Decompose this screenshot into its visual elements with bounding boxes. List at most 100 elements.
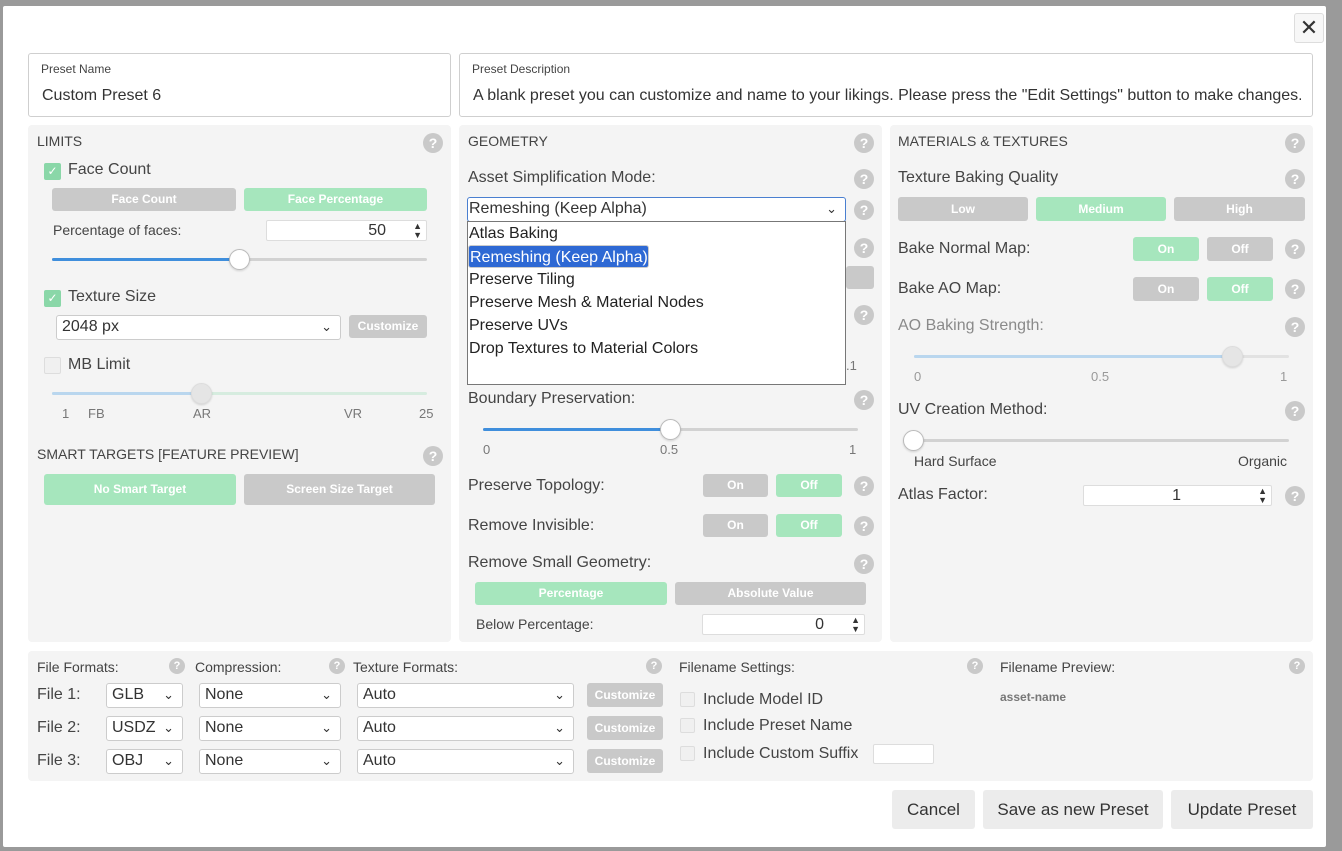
save-as-new-preset-button[interactable]: Save as new Preset [983,790,1163,829]
include-preset-name-checkbox[interactable] [680,718,695,733]
file2-texture-select[interactable]: Auto ⌄ [357,716,574,741]
face-count-mode-button[interactable]: Face Count [52,188,236,211]
close-icon[interactable]: ✕ [1294,13,1324,43]
quality-medium-button[interactable]: Medium [1036,197,1166,221]
quality-low-button[interactable]: Low [898,197,1028,221]
include-preset-name-label: Include Preset Name [703,717,853,734]
simplification-mode-select[interactable]: Remeshing (Keep Alpha) ⌄ [467,197,846,222]
file2-format-select[interactable]: USDZ ⌄ [106,716,183,741]
cancel-button[interactable]: Cancel [892,790,975,829]
smart-targets-title: SMART TARGETS [FEATURE PREVIEW] [37,446,299,462]
texture-customize-button[interactable]: Customize [349,315,427,338]
below-percentage-input[interactable]: 0 ▲ ▼ [702,614,865,635]
update-preset-button[interactable]: Update Preset [1171,790,1313,829]
percentage-label: Percentage of faces: [53,222,182,238]
hidden-option-button[interactable] [846,266,874,289]
include-custom-suffix-label: Include Custom Suffix [703,745,859,762]
help-icon[interactable]: ? [1285,486,1305,506]
help-icon[interactable]: ? [1285,169,1305,189]
percentage-mode-button[interactable]: Percentage [475,582,667,605]
help-icon[interactable]: ? [854,305,874,325]
mode-option[interactable]: Preserve Tiling [468,268,845,291]
help-icon[interactable]: ? [854,200,874,220]
normal-map-off-button[interactable]: Off [1207,237,1273,261]
help-icon[interactable]: ? [423,133,443,153]
normal-map-on-button[interactable]: On [1133,237,1199,261]
mode-option[interactable]: Preserve Mesh & Material Nodes [468,291,845,314]
help-icon[interactable]: ? [967,658,983,674]
preserve-topology-off-button[interactable]: Off [776,474,842,497]
screen-size-target-button[interactable]: Screen Size Target [244,474,435,505]
help-icon[interactable]: ? [1285,401,1305,421]
file3-texture-select[interactable]: Auto ⌄ [357,749,574,774]
face-percentage-mode-button[interactable]: Face Percentage [244,188,427,211]
include-custom-suffix-checkbox[interactable] [680,746,695,761]
ao-map-on-button[interactable]: On [1133,277,1199,301]
mb-limit-checkbox[interactable] [44,357,61,374]
below-percentage-label: Below Percentage: [476,616,594,632]
file2-customize-button[interactable]: Customize [587,716,663,740]
preserve-topology-on-button[interactable]: On [703,474,768,497]
help-icon[interactable]: ? [854,169,874,189]
help-icon[interactable]: ? [854,554,874,574]
uv-creation-slider-handle[interactable] [903,430,924,451]
ao-strength-slider-handle[interactable] [1222,346,1243,367]
percentage-slider-handle[interactable] [229,249,250,270]
quality-high-button[interactable]: High [1174,197,1305,221]
absolute-value-mode-button[interactable]: Absolute Value [675,582,866,605]
uv-creation-slider[interactable] [914,439,1289,442]
limits-title: LIMITS [37,133,83,149]
preset-description-label: Preset Description [472,62,571,76]
atlas-factor-input[interactable]: 1 ▲ ▼ [1083,485,1272,506]
help-icon[interactable]: ? [854,238,874,258]
mode-option-selected[interactable]: Remeshing (Keep Alpha) [468,245,649,268]
help-icon[interactable]: ? [854,516,874,536]
file2-compression-select[interactable]: None ⌄ [199,716,341,741]
mode-option[interactable]: Preserve UVs [468,314,845,337]
help-icon[interactable]: ? [1285,239,1305,259]
ao-map-off-button[interactable]: Off [1207,277,1273,301]
help-icon[interactable]: ? [169,658,185,674]
help-icon[interactable]: ? [329,658,345,674]
preset-name-value: Custom Preset 6 [42,87,162,104]
file1-customize-button[interactable]: Customize [587,683,663,707]
preset-description-field[interactable]: Preset Description A blank preset you ca… [459,53,1313,117]
mb-tick: VR [344,406,363,421]
mb-limit-slider[interactable] [52,392,427,395]
remove-invisible-on-button[interactable]: On [703,514,768,537]
help-icon[interactable]: ? [423,446,443,466]
help-icon[interactable]: ? [1285,317,1305,337]
custom-suffix-input[interactable] [873,744,934,764]
filename-settings-label: Filename Settings: [679,659,795,675]
remove-small-geometry-label: Remove Small Geometry: [468,554,652,571]
boundary-preservation-label: Boundary Preservation: [468,390,636,407]
chevron-down-icon: ⌄ [554,720,565,735]
mode-option[interactable]: Atlas Baking [468,222,845,245]
file1-format-select[interactable]: GLB ⌄ [106,683,183,708]
include-model-id-checkbox[interactable] [680,692,695,707]
help-icon[interactable]: ? [1285,133,1305,153]
file1-texture-select[interactable]: Auto ⌄ [357,683,574,708]
no-smart-target-button[interactable]: No Smart Target [44,474,236,505]
file3-format-select[interactable]: OBJ ⌄ [106,749,183,774]
bake-normal-map-label: Bake Normal Map: [898,240,1031,257]
mb-limit-slider-handle[interactable] [191,383,212,404]
texture-size-checkbox[interactable]: ✓ [44,290,61,307]
simplification-mode-dropdown[interactable]: Atlas Baking Remeshing (Keep Alpha) Reme… [467,221,846,385]
help-icon[interactable]: ? [854,133,874,153]
help-icon[interactable]: ? [854,390,874,410]
file3-customize-button[interactable]: Customize [587,749,663,773]
file1-compression-select[interactable]: None ⌄ [199,683,341,708]
help-icon[interactable]: ? [646,658,662,674]
boundary-preservation-slider-handle[interactable] [660,419,681,440]
preset-name-field[interactable]: Preset Name Custom Preset 6 [28,53,451,117]
texture-size-select[interactable]: 2048 px ⌄ [56,315,341,340]
remove-invisible-off-button[interactable]: Off [776,514,842,537]
help-icon[interactable]: ? [1289,658,1305,674]
face-count-checkbox[interactable]: ✓ [44,163,61,180]
help-icon[interactable]: ? [854,476,874,496]
help-icon[interactable]: ? [1285,279,1305,299]
file3-compression-select[interactable]: None ⌄ [199,749,341,774]
percentage-input[interactable]: 50 ▲ ▼ [266,220,427,241]
mode-option[interactable]: Drop Textures to Material Colors [468,337,845,360]
